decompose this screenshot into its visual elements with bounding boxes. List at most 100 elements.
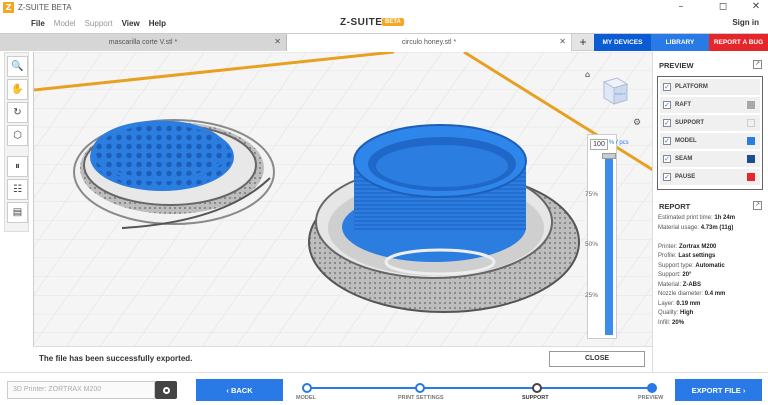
step-print-settings-dot[interactable] — [415, 383, 425, 393]
report-material-usage: Material usage: 4.73m (11g) — [658, 225, 768, 235]
collapse-icon[interactable]: ↗ — [753, 60, 762, 69]
label: Nozzle diameter: — [658, 291, 704, 297]
collapse-icon[interactable]: ↗ — [753, 201, 762, 210]
label: Support type: — [658, 262, 694, 269]
layer-slider-handle[interactable] — [602, 153, 616, 159]
view-cube-icon[interactable]: FRONT — [599, 74, 629, 106]
color-swatch[interactable] — [747, 119, 755, 127]
bottom-bar: 3D Printer: ZORTRAX M200 ‹ BACK MODEL PR… — [0, 372, 768, 405]
preview-item-raft[interactable]: ✓ RAFT — [660, 97, 760, 113]
checkbox-icon[interactable]: ✓ — [663, 155, 671, 163]
report-print-time: Estimated print time: 1h 24m — [658, 215, 768, 225]
tab-close-icon[interactable]: ✕ — [559, 37, 566, 46]
menu-help[interactable]: Help — [149, 19, 166, 28]
color-swatch[interactable] — [747, 137, 755, 145]
gear-icon[interactable]: ⚙ — [633, 118, 641, 128]
menu-file[interactable]: File — [31, 19, 45, 28]
label: Printer: — [658, 243, 678, 250]
report-printer: Printer: Zortrax M200 — [658, 244, 768, 254]
step-print-settings-label: PRINT SETTINGS — [398, 395, 444, 401]
tab-circulo-honey[interactable]: circulo honey.stl * ✕ — [287, 34, 572, 51]
step-model-label: MODEL — [296, 395, 316, 401]
signin-link[interactable]: Sign in — [732, 18, 759, 27]
report-nozzle: Nozzle diameter: 0.4 mm — [658, 291, 768, 301]
minimize-button[interactable]: – — [674, 1, 688, 13]
layer-mark-50: 50% — [585, 241, 599, 248]
label: Quality: — [658, 310, 679, 316]
app-logo-icon: Z — [3, 2, 14, 13]
view-cube-icon[interactable]: ⬡ — [7, 125, 28, 146]
add-tab-button[interactable]: + — [572, 34, 594, 51]
printer-settings-button[interactable] — [155, 381, 177, 399]
3d-viewport[interactable]: FRONT ⌂ ⚙ 100 % / pcs 75% 50% 25% — [33, 52, 652, 346]
color-swatch[interactable] — [747, 101, 755, 109]
tab-mascarilla[interactable]: mascarilla corte V.stl * ✕ — [0, 34, 287, 51]
preview-item-seam[interactable]: ✓ SEAM — [660, 151, 760, 167]
value: 0.4 mm — [704, 291, 726, 297]
library-button[interactable]: LIBRARY — [651, 34, 709, 51]
target-icon — [162, 386, 170, 394]
beta-badge: BETA — [382, 18, 404, 26]
checkbox-icon[interactable]: ✓ — [663, 173, 671, 181]
report-support: Support: 20° — [658, 272, 768, 282]
label: Infill: — [658, 319, 671, 326]
menu-support[interactable]: Support — [85, 19, 113, 28]
preview-item-label: PAUSE — [675, 174, 696, 180]
my-devices-button[interactable]: MY DEVICES — [594, 34, 651, 51]
pan-hand-icon[interactable]: ✋ — [7, 79, 28, 100]
tab-close-icon[interactable]: ✕ — [274, 37, 281, 46]
preview-item-support[interactable]: ✓ SUPPORT — [660, 115, 760, 131]
pause-icon[interactable]: ⏸ — [7, 156, 28, 177]
preview-item-label: MODEL — [675, 138, 697, 144]
window-title: Z-SUITE BETA — [18, 3, 72, 12]
menu-model[interactable]: Model — [54, 19, 76, 28]
brand-name: Z-SUITE — [340, 17, 383, 28]
value: Last settings — [678, 253, 716, 259]
report-bug-button[interactable]: REPORT A BUG — [709, 34, 768, 51]
report-quality: Quality: High — [658, 310, 768, 320]
close-window-button[interactable]: ✕ — [749, 1, 763, 13]
value: 20° — [682, 272, 692, 278]
preview-item-pause[interactable]: ✓ PAUSE — [660, 169, 760, 185]
preview-item-label: RAFT — [675, 102, 691, 108]
home-view-icon[interactable]: ⌂ — [585, 70, 590, 79]
step-support-label: SUPPORT — [522, 395, 549, 401]
color-swatch[interactable] — [747, 173, 755, 181]
rotate-icon[interactable]: ↻ — [7, 102, 28, 123]
image-icon[interactable]: ▤ — [7, 202, 28, 223]
back-button[interactable]: ‹ BACK — [196, 379, 283, 401]
preview-item-platform[interactable]: ✓ PLATFORM — [660, 79, 760, 95]
checkbox-icon[interactable]: ✓ — [663, 101, 671, 109]
color-swatch[interactable] — [747, 155, 755, 163]
maximize-button[interactable]: ◻ — [716, 1, 730, 13]
printer-select-field[interactable]: 3D Printer: ZORTRAX M200 — [7, 381, 155, 399]
menu-view[interactable]: View — [122, 19, 140, 28]
value: 1h 24m — [714, 215, 736, 221]
layer-mark-25: 25% — [585, 292, 599, 299]
step-preview-dot[interactable] — [647, 383, 657, 393]
value: Z-ABS — [682, 281, 702, 288]
close-button[interactable]: CLOSE — [549, 351, 645, 367]
value: Zortrax M200 — [679, 243, 717, 250]
workflow-steps: MODEL PRINT SETTINGS SUPPORT PREVIEW — [296, 383, 663, 405]
view-toolbar: 🔍 ✋ ↻ ⬡ ⏸ ☷ ▤ — [4, 52, 29, 232]
export-file-button[interactable]: EXPORT FILE › — [675, 379, 762, 401]
checkbox-icon[interactable]: ✓ — [663, 83, 671, 91]
value: 0.19 mm — [676, 300, 701, 307]
step-support-dot[interactable] — [532, 383, 542, 393]
report-infill: Infill: 20% — [658, 320, 768, 330]
step-model-dot[interactable] — [302, 383, 312, 393]
zoom-icon[interactable]: 🔍 — [7, 56, 28, 77]
label: Estimated print time: — [658, 215, 713, 221]
preview-item-model[interactable]: ✓ MODEL — [660, 133, 760, 149]
checkbox-icon[interactable]: ✓ — [663, 137, 671, 145]
layer-slider-track[interactable] — [605, 155, 613, 335]
label: Material: — [658, 281, 682, 288]
layer-unit-label[interactable]: % / pcs — [609, 140, 629, 146]
report-layer: Layer: 0.19 mm — [658, 301, 768, 311]
checkbox-icon[interactable]: ✓ — [663, 119, 671, 127]
preview-item-label: SEAM — [675, 156, 693, 162]
layer-value-input[interactable]: 100 — [590, 139, 608, 150]
layers-list-icon[interactable]: ☷ — [7, 179, 28, 200]
title-bar: Z Z-SUITE BETA – ◻ ✕ — [0, 0, 768, 15]
